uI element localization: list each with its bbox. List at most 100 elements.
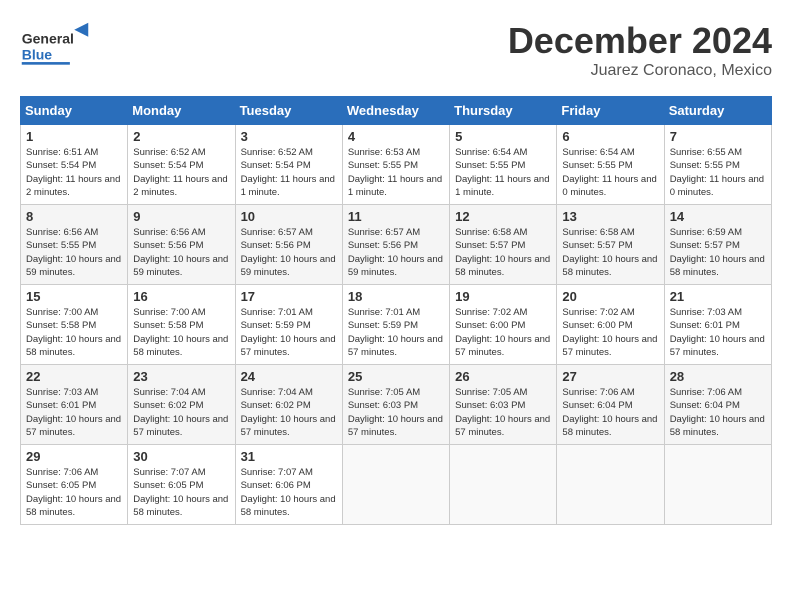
cell-content: Sunrise: 6:51 AMSunset: 5:54 PMDaylight:… [26,146,122,199]
day-number: 2 [133,129,229,144]
day-number: 14 [670,209,766,224]
cell-content: Sunrise: 7:06 AMSunset: 6:04 PMDaylight:… [670,386,766,439]
calendar-cell: 21 Sunrise: 7:03 AMSunset: 6:01 PMDayligh… [664,285,771,365]
day-number: 17 [241,289,337,304]
calendar-cell: 17 Sunrise: 7:01 AMSunset: 5:59 PMDayligh… [235,285,342,365]
day-number: 13 [562,209,658,224]
cell-content: Sunrise: 7:01 AMSunset: 5:59 PMDaylight:… [241,306,337,359]
calendar-day-header: Sunday [21,97,128,125]
cell-content: Sunrise: 7:00 AMSunset: 5:58 PMDaylight:… [133,306,229,359]
cell-content: Sunrise: 7:02 AMSunset: 6:00 PMDaylight:… [455,306,551,359]
cell-content: Sunrise: 7:06 AMSunset: 6:05 PMDaylight:… [26,466,122,519]
day-number: 18 [348,289,444,304]
logo-svg: General Blue [20,20,90,70]
page-header: General Blue December 2024 Juarez Corona… [20,20,772,80]
calendar-cell: 16 Sunrise: 7:00 AMSunset: 5:58 PMDayligh… [128,285,235,365]
calendar-week-row: 15 Sunrise: 7:00 AMSunset: 5:58 PMDayligh… [21,285,772,365]
calendar-cell: 15 Sunrise: 7:00 AMSunset: 5:58 PMDayligh… [21,285,128,365]
calendar-cell [450,445,557,525]
day-number: 11 [348,209,444,224]
day-number: 28 [670,369,766,384]
day-number: 16 [133,289,229,304]
calendar-cell: 23 Sunrise: 7:04 AMSunset: 6:02 PMDayligh… [128,365,235,445]
cell-content: Sunrise: 6:56 AMSunset: 5:55 PMDaylight:… [26,226,122,279]
calendar-cell: 9 Sunrise: 6:56 AMSunset: 5:56 PMDaylight… [128,205,235,285]
cell-content: Sunrise: 6:55 AMSunset: 5:55 PMDaylight:… [670,146,766,199]
cell-content: Sunrise: 6:54 AMSunset: 5:55 PMDaylight:… [455,146,551,199]
calendar-cell: 13 Sunrise: 6:58 AMSunset: 5:57 PMDayligh… [557,205,664,285]
cell-content: Sunrise: 6:56 AMSunset: 5:56 PMDaylight:… [133,226,229,279]
calendar-cell: 14Sunrise: 6:59 AMSunset: 5:57 PMDayligh… [664,205,771,285]
day-number: 27 [562,369,658,384]
day-number: 12 [455,209,551,224]
calendar-cell: 30 Sunrise: 7:07 AMSunset: 6:05 PMDayligh… [128,445,235,525]
calendar-day-header: Wednesday [342,97,449,125]
cell-content: Sunrise: 7:00 AMSunset: 5:58 PMDaylight:… [26,306,122,359]
cell-content: Sunrise: 6:53 AMSunset: 5:55 PMDaylight:… [348,146,444,199]
day-number: 25 [348,369,444,384]
calendar-cell: 5Sunrise: 6:54 AMSunset: 5:55 PMDaylight… [450,125,557,205]
cell-content: Sunrise: 7:02 AMSunset: 6:00 PMDaylight:… [562,306,658,359]
cell-content: Sunrise: 7:07 AMSunset: 6:05 PMDaylight:… [133,466,229,519]
cell-content: Sunrise: 7:04 AMSunset: 6:02 PMDaylight:… [133,386,229,439]
cell-content: Sunrise: 6:58 AMSunset: 5:57 PMDaylight:… [562,226,658,279]
calendar-cell: 10Sunrise: 6:57 AMSunset: 5:56 PMDayligh… [235,205,342,285]
day-number: 9 [133,209,229,224]
calendar-cell: 6Sunrise: 6:54 AMSunset: 5:55 PMDaylight… [557,125,664,205]
day-number: 21 [670,289,766,304]
calendar-cell [342,445,449,525]
calendar-cell: 4Sunrise: 6:53 AMSunset: 5:55 PMDaylight… [342,125,449,205]
day-number: 29 [26,449,122,464]
cell-content: Sunrise: 6:57 AMSunset: 5:56 PMDaylight:… [348,226,444,279]
day-number: 10 [241,209,337,224]
calendar-day-header: Friday [557,97,664,125]
title-block: December 2024 Juarez Coronaco, Mexico [508,20,772,80]
calendar-week-row: 1 Sunrise: 6:51 AMSunset: 5:54 PMDaylight… [21,125,772,205]
day-number: 24 [241,369,337,384]
cell-content: Sunrise: 7:03 AMSunset: 6:01 PMDaylight:… [26,386,122,439]
day-number: 19 [455,289,551,304]
day-number: 1 [26,129,122,144]
calendar-cell: 20 Sunrise: 7:02 AMSunset: 6:00 PMDayligh… [557,285,664,365]
calendar-cell: 7Sunrise: 6:55 AMSunset: 5:55 PMDaylight… [664,125,771,205]
calendar-cell: 1 Sunrise: 6:51 AMSunset: 5:54 PMDaylight… [21,125,128,205]
calendar-cell: 2Sunrise: 6:52 AMSunset: 5:54 PMDaylight… [128,125,235,205]
calendar-cell: 28 Sunrise: 7:06 AMSunset: 6:04 PMDayligh… [664,365,771,445]
calendar-cell: 22Sunrise: 7:03 AMSunset: 6:01 PMDayligh… [21,365,128,445]
svg-text:Blue: Blue [22,46,53,62]
cell-content: Sunrise: 7:07 AMSunset: 6:06 PMDaylight:… [241,466,337,519]
day-number: 23 [133,369,229,384]
main-title: December 2024 [508,20,772,62]
calendar-header-row: SundayMondayTuesdayWednesdayThursdayFrid… [21,97,772,125]
calendar-day-header: Thursday [450,97,557,125]
calendar-cell: 8 Sunrise: 6:56 AMSunset: 5:55 PMDaylight… [21,205,128,285]
day-number: 8 [26,209,122,224]
cell-content: Sunrise: 7:03 AMSunset: 6:01 PMDaylight:… [670,306,766,359]
calendar-cell: 3 Sunrise: 6:52 AMSunset: 5:54 PMDaylight… [235,125,342,205]
calendar-week-row: 22Sunrise: 7:03 AMSunset: 6:01 PMDayligh… [21,365,772,445]
calendar-cell: 11 Sunrise: 6:57 AMSunset: 5:56 PMDayligh… [342,205,449,285]
cell-content: Sunrise: 7:01 AMSunset: 5:59 PMDaylight:… [348,306,444,359]
calendar-cell: 12 Sunrise: 6:58 AMSunset: 5:57 PMDayligh… [450,205,557,285]
cell-content: Sunrise: 7:05 AMSunset: 6:03 PMDaylight:… [348,386,444,439]
cell-content: Sunrise: 6:52 AMSunset: 5:54 PMDaylight:… [241,146,337,199]
day-number: 31 [241,449,337,464]
day-number: 30 [133,449,229,464]
calendar-cell: 31 Sunrise: 7:07 AMSunset: 6:06 PMDayligh… [235,445,342,525]
calendar-day-header: Monday [128,97,235,125]
day-number: 20 [562,289,658,304]
day-number: 15 [26,289,122,304]
calendar-cell [557,445,664,525]
calendar-cell: 27 Sunrise: 7:06 AMSunset: 6:04 PMDayligh… [557,365,664,445]
cell-content: Sunrise: 6:58 AMSunset: 5:57 PMDaylight:… [455,226,551,279]
calendar-week-row: 8 Sunrise: 6:56 AMSunset: 5:55 PMDaylight… [21,205,772,285]
calendar-cell: 24Sunrise: 7:04 AMSunset: 6:02 PMDayligh… [235,365,342,445]
day-number: 26 [455,369,551,384]
calendar-cell: 25 Sunrise: 7:05 AMSunset: 6:03 PMDayligh… [342,365,449,445]
day-number: 3 [241,129,337,144]
cell-content: Sunrise: 7:05 AMSunset: 6:03 PMDaylight:… [455,386,551,439]
calendar-day-header: Saturday [664,97,771,125]
cell-content: Sunrise: 7:06 AMSunset: 6:04 PMDaylight:… [562,386,658,439]
subtitle: Juarez Coronaco, Mexico [508,62,772,80]
calendar-cell: 26 Sunrise: 7:05 AMSunset: 6:03 PMDayligh… [450,365,557,445]
